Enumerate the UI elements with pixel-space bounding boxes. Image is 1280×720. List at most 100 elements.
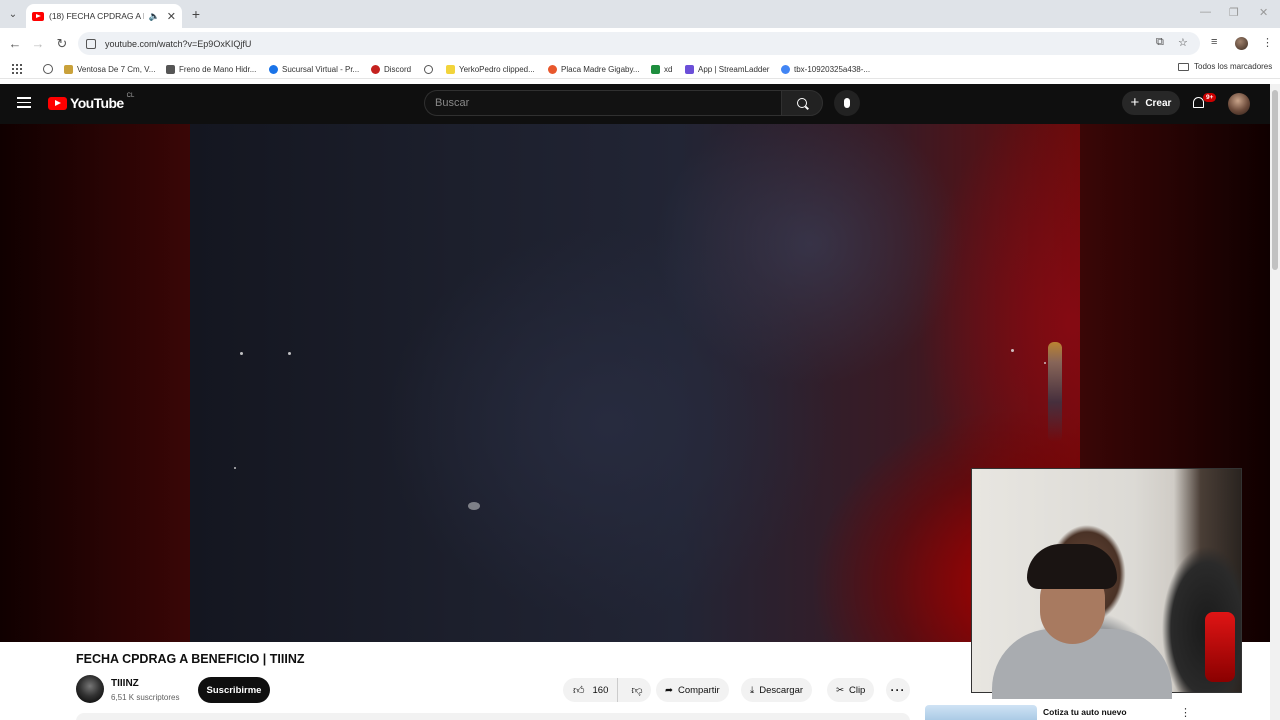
search-button[interactable] <box>781 90 823 116</box>
download-button[interactable]: ⤓ Descargar <box>741 678 813 702</box>
bookmark-star-icon[interactable]: ☆ <box>1178 36 1188 49</box>
light-speck <box>240 352 243 355</box>
webcam-person-hair <box>1027 544 1117 589</box>
speaker-icon[interactable]: 🔈 <box>149 11 160 22</box>
voice-search-button[interactable] <box>834 90 860 116</box>
minimize-icon[interactable]: — <box>1200 6 1211 18</box>
bookmark-label: YerkoPedro clipped... <box>459 64 535 74</box>
bookmark-item[interactable] <box>424 62 433 76</box>
share-icon: ➦ <box>665 684 673 696</box>
youtube-logo[interactable]: YouTube CL <box>48 93 135 111</box>
webcam-microphone <box>1205 612 1235 682</box>
forward-icon[interactable]: → <box>30 36 46 51</box>
browser-tab-active[interactable]: (18) FECHA CPDRAG A BENEFICIO | TIIINZ 🔈… <box>26 4 182 28</box>
bookmark-item[interactable]: Sucursal Virtual - Pr... <box>269 62 359 76</box>
bookmark-favicon-icon <box>651 64 660 74</box>
download-label: Descargar <box>759 684 804 696</box>
subscribe-button[interactable]: Suscribirme <box>198 677 270 703</box>
ad-menu-icon[interactable]: ⋮ <box>1180 706 1191 719</box>
share-button[interactable]: ➦ Compartir <box>656 678 729 702</box>
bookmark-favicon-icon <box>166 64 175 74</box>
bookmark-item[interactable]: Discord <box>371 62 411 76</box>
channel-name[interactable]: TIIINZ <box>111 678 139 689</box>
like-button[interactable]: 👍︎ 160 <box>563 678 618 702</box>
bookmark-favicon-icon <box>269 64 278 74</box>
bookmark-item[interactable]: App | StreamLadder <box>685 62 769 76</box>
address-bar[interactable]: youtube.com/watch?v=Ep9OxKIQjfU <box>78 32 1200 55</box>
globe-icon <box>424 64 433 74</box>
ad-title[interactable]: Cotiza tu auto nuevo <box>1043 707 1127 717</box>
bookmark-item[interactable]: Ventosa De 7 Cm, V... <box>64 62 155 76</box>
light-speck <box>1011 349 1014 352</box>
youtube-masthead: YouTube CL + Crear 9+ <box>0 84 1280 124</box>
download-icon: ⤓ <box>750 684 755 696</box>
new-tab-icon[interactable]: + <box>188 6 204 22</box>
create-button[interactable]: + Crear <box>1122 91 1180 115</box>
like-count: 160 <box>592 684 609 696</box>
light-speck <box>288 352 291 355</box>
bookmark-favicon-icon <box>685 64 694 74</box>
tab-close-icon[interactable]: ✕ <box>167 10 176 23</box>
bookmark-label: tbx-10920325a438-... <box>794 64 871 74</box>
microphone-icon <box>844 98 850 108</box>
light-speck <box>468 502 480 510</box>
globe-icon[interactable] <box>43 64 53 74</box>
channel-avatar[interactable] <box>76 675 104 703</box>
like-dislike-group: 👍︎ 160 👎︎ <box>563 678 651 702</box>
bookmark-item[interactable]: xd <box>651 62 672 76</box>
clip-button[interactable]: ✂ Clip <box>827 678 875 702</box>
bookmarks-bar: Ventosa De 7 Cm, V... Freno de Mano Hidr… <box>0 59 1280 79</box>
search-icon <box>797 98 807 108</box>
bookmark-favicon-icon <box>446 64 455 74</box>
bookmark-item[interactable]: Freno de Mano Hidr... <box>166 62 256 76</box>
more-actions-button[interactable]: ··· <box>886 678 910 702</box>
browser-tabstrip: ⌄ (18) FECHA CPDRAG A BENEFICIO | TIIINZ… <box>0 0 1280 28</box>
google-icon <box>781 64 790 74</box>
dislike-button[interactable]: 👎︎ <box>623 678 651 702</box>
bookmark-label: Sucursal Virtual - Pr... <box>282 64 360 74</box>
clip-label: Clip <box>848 684 866 696</box>
browser-menu-icon[interactable]: ⋮ <box>1262 36 1273 49</box>
tab-search-icon[interactable]: ⌄ <box>4 5 22 23</box>
tab-title: (18) FECHA CPDRAG A BENEFICIO | TIIINZ <box>49 11 144 21</box>
maximize-icon[interactable]: ❐ <box>1229 6 1239 19</box>
site-info-icon[interactable] <box>86 38 96 49</box>
folder-icon <box>1178 62 1189 71</box>
scrollbar-thumb[interactable] <box>1272 90 1278 270</box>
bookmark-label: Ventosa De 7 Cm, V... <box>77 64 156 74</box>
all-bookmarks-folder[interactable]: Todos los marcadores <box>1178 62 1272 71</box>
reload-icon[interactable]: ↻ <box>54 36 70 51</box>
account-avatar[interactable] <box>1228 93 1250 115</box>
bookmark-favicon-icon <box>548 64 557 74</box>
video-frame-left <box>0 124 190 642</box>
media-controls-icon[interactable]: ≡ <box>1211 36 1217 48</box>
youtube-favicon-icon <box>32 11 44 21</box>
search-input[interactable] <box>424 90 781 116</box>
share-label: Compartir <box>677 684 720 696</box>
bookmark-item[interactable]: tbx-10920325a438-... <box>781 62 870 76</box>
video-title: FECHA CPDRAG A BENEFICIO | TIIINZ <box>76 652 305 666</box>
browser-profile-avatar[interactable] <box>1235 37 1248 50</box>
url-text[interactable]: youtube.com/watch?v=Ep9OxKIQjfU <box>105 39 251 49</box>
light-speck <box>234 467 236 469</box>
apps-grid-icon[interactable] <box>12 64 22 74</box>
country-code: CL <box>126 93 135 99</box>
thumbs-down-icon: 👎︎ <box>631 684 643 697</box>
ad-thumbnail[interactable] <box>925 705 1037 720</box>
install-app-icon[interactable]: ⧉ <box>1156 36 1164 49</box>
back-icon[interactable]: ← <box>7 36 23 51</box>
create-label: Crear <box>1145 97 1172 109</box>
logo-text: YouTube <box>70 95 124 111</box>
bookmark-item[interactable]: Placa Madre Gigaby... <box>548 62 640 76</box>
notification-badge: 9+ <box>1203 93 1217 102</box>
bookmark-favicon-icon <box>64 64 73 74</box>
bookmark-item[interactable]: YerkoPedro clipped... <box>446 62 535 76</box>
plus-icon: + <box>1130 94 1140 111</box>
description-box[interactable] <box>76 713 910 720</box>
window-close-icon[interactable]: ✕ <box>1259 6 1268 19</box>
menu-icon[interactable] <box>17 97 31 108</box>
bookmark-label: xd <box>664 64 673 74</box>
thumbs-up-icon: 👍︎ <box>573 684 585 697</box>
subscriber-count: 6,51 K suscriptores <box>111 693 180 702</box>
bookmark-label: Freno de Mano Hidr... <box>179 64 257 74</box>
